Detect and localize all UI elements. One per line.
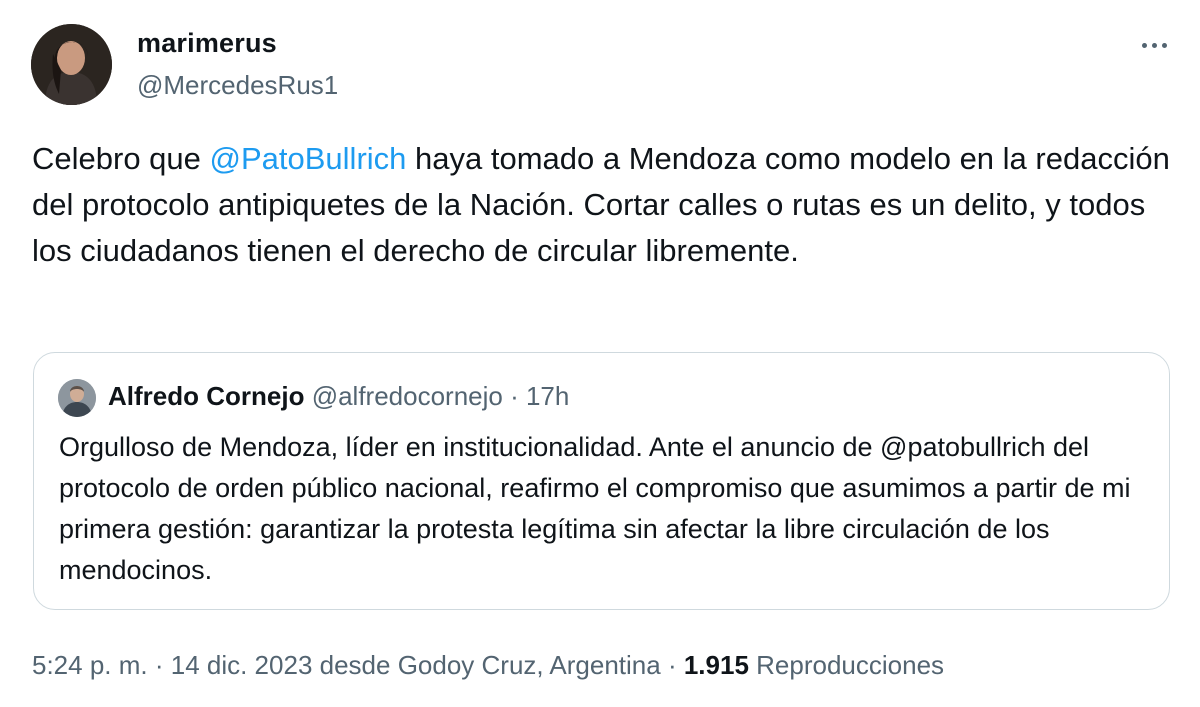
quoted-tweet-card[interactable]: Alfredo Cornejo @alfredocornejo · 17h Or… — [33, 352, 1170, 610]
more-horizontal-icon — [1141, 42, 1147, 48]
author-name[interactable]: marimerus — [137, 28, 277, 59]
tweet-text: Celebro que @PatoBullrich haya tomado a … — [32, 136, 1172, 274]
views-label: Reproducciones — [748, 650, 945, 680]
more-options-button[interactable] — [1130, 30, 1178, 60]
quoted-tweet-header: Alfredo Cornejo @alfredocornejo · 17h — [108, 381, 569, 412]
meta-separator: · — [660, 650, 684, 680]
meta-separator: · — [147, 650, 171, 680]
tweet-text-start: Celebro que — [32, 141, 210, 176]
tweet: marimerus @MercedesRus1 Celebro que @Pat… — [0, 0, 1200, 707]
quoted-author-name[interactable]: Alfredo Cornejo — [108, 381, 304, 411]
views-count: 1.915 — [683, 650, 749, 680]
tweet-time[interactable]: 5:24 p. m. — [32, 650, 148, 680]
quoted-tweet-time[interactable]: 17h — [526, 381, 569, 411]
quoted-author-handle[interactable]: @alfredocornejo — [312, 381, 503, 411]
mention-link[interactable]: @PatoBullrich — [210, 141, 407, 176]
quoted-tweet-text: Orgulloso de Mendoza, líder en instituci… — [59, 432, 1131, 585]
quoted-author-avatar[interactable] — [58, 379, 96, 417]
tweet-date-location[interactable]: 14 dic. 2023 desde Godoy Cruz, Argentina — [171, 650, 661, 680]
tweet-meta: 5:24 p. m. · 14 dic. 2023 desde Godoy Cr… — [32, 650, 944, 681]
author-avatar[interactable] — [31, 24, 112, 105]
author-handle[interactable]: @MercedesRus1 — [137, 70, 338, 101]
quoted-separator: · — [502, 381, 526, 411]
